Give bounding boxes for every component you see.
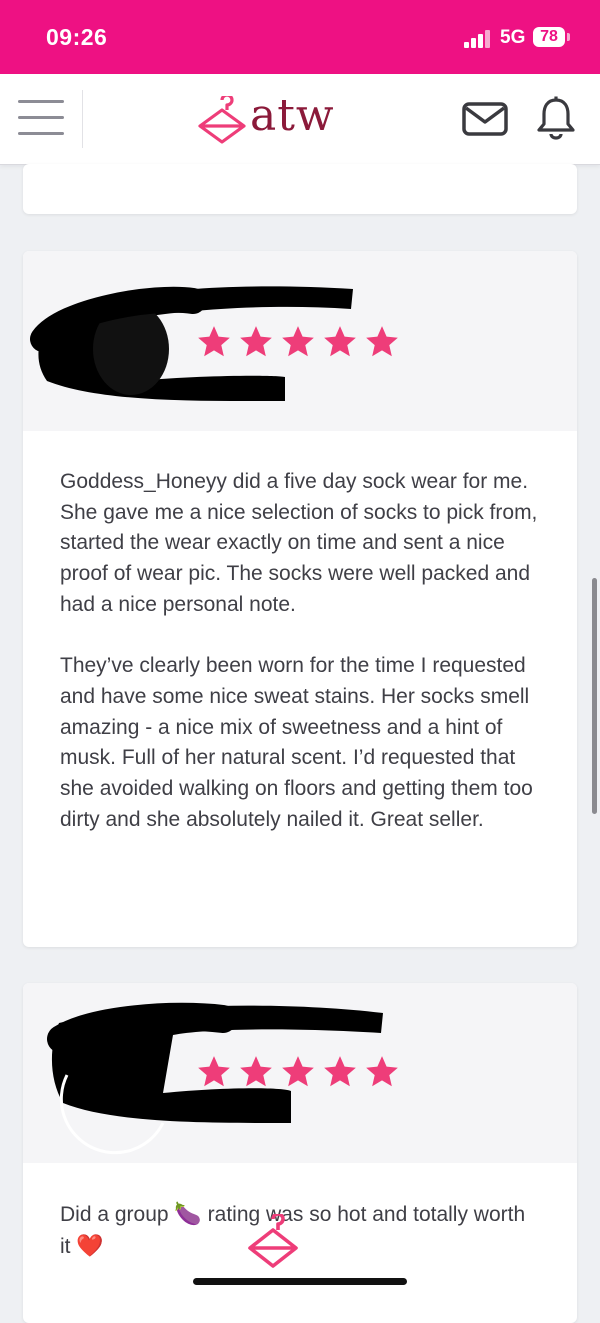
review-card: Goddess_Honeyy did a five day sock wear …: [23, 251, 577, 947]
signal-strength-icon: [464, 30, 490, 48]
logo-text: atw: [250, 90, 335, 141]
hanger-icon: [198, 96, 246, 144]
network-type: 5G: [500, 27, 526, 48]
star-icon: [282, 326, 314, 357]
star-icon: [240, 326, 272, 357]
home-indicator[interactable]: [193, 1278, 407, 1285]
star-icon: [324, 1056, 356, 1087]
bell-icon[interactable]: [536, 96, 576, 140]
heart-emoji: ❤️: [76, 1232, 104, 1258]
star-icon: [198, 1056, 230, 1087]
scrollbar[interactable]: [592, 578, 597, 814]
star-rating: [195, 1053, 401, 1091]
review-paragraph: They’ve clearly been worn for the time I…: [60, 654, 533, 831]
battery-icon: 78: [533, 27, 565, 47]
review-text-part: Did a group: [60, 1203, 175, 1226]
star-rating: [195, 323, 401, 361]
previous-review-card: [23, 164, 577, 214]
review-card: Did a group 🍆 rating was so hot and tota…: [23, 983, 577, 1323]
star-icon: [366, 326, 398, 357]
eggplant-emoji: 🍆: [174, 1201, 202, 1226]
header-divider: [82, 90, 83, 148]
star-icon: [366, 1056, 398, 1087]
review-text: Goddess_Honeyy did a five day sock wear …: [60, 467, 540, 835]
mail-icon[interactable]: [462, 102, 508, 136]
star-icon: [282, 1056, 314, 1087]
review-paragraph: Goddess_Honeyy did a five day sock wear …: [60, 470, 538, 616]
star-icon: [324, 326, 356, 357]
floating-hanger-icon[interactable]: [244, 1214, 302, 1270]
app-header: atw: [0, 74, 600, 165]
status-time: 09:26: [46, 24, 108, 50]
battery-tip: [567, 33, 570, 41]
review-header: [23, 251, 577, 431]
menu-icon[interactable]: [18, 98, 64, 138]
star-icon: [198, 326, 230, 357]
star-icon: [240, 1056, 272, 1087]
status-bar: 09:26 5G 78: [0, 0, 600, 74]
review-header: [23, 983, 577, 1163]
